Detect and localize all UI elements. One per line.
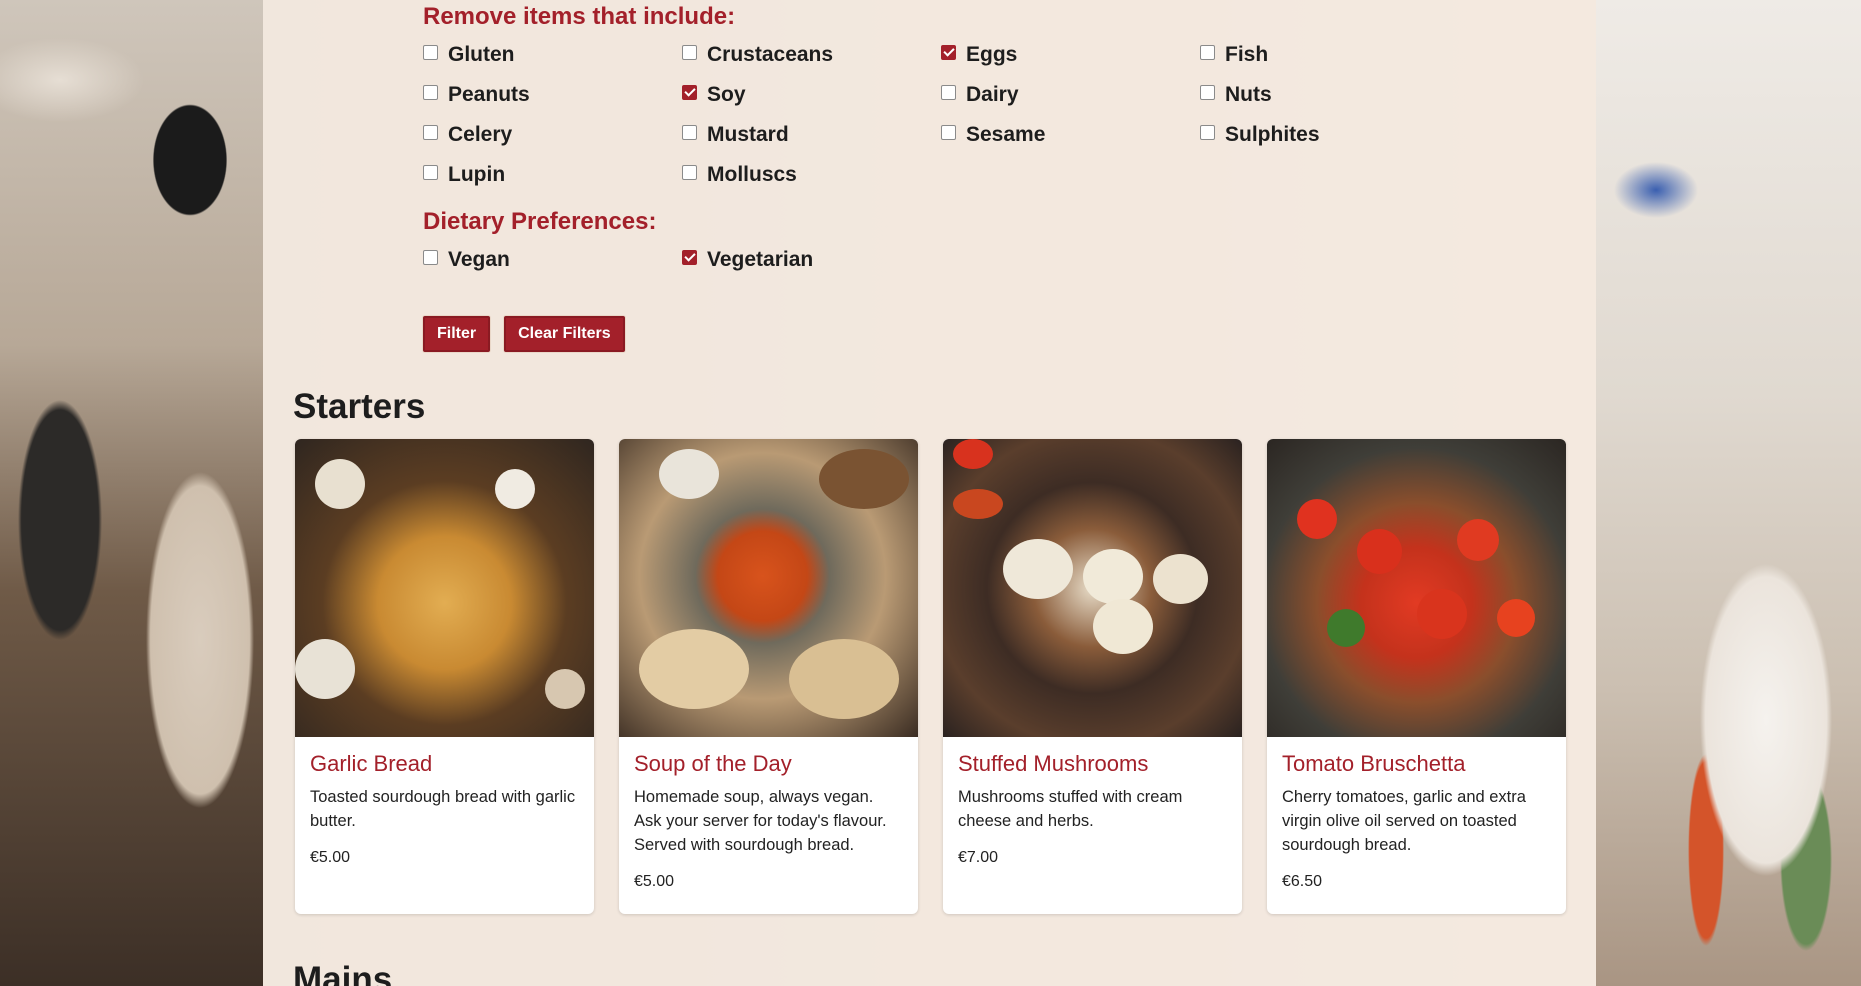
allergen-crustaceans[interactable]: Crustaceans xyxy=(682,35,941,75)
card-description: Toasted sourdough bread with garlic butt… xyxy=(310,788,576,830)
card-price: €5.00 xyxy=(310,849,351,866)
card-title: Soup of the Day xyxy=(634,751,792,776)
allergen-lupin[interactable]: Lupin xyxy=(423,155,682,195)
allergen-sulphites[interactable]: Sulphites xyxy=(1200,115,1423,155)
soy-checkbox[interactable] xyxy=(682,84,697,100)
section-title-starters: Starters xyxy=(293,387,426,426)
allergen-dairy[interactable]: Dairy xyxy=(941,75,1200,115)
remove-items-heading: Remove items that include: xyxy=(423,3,736,30)
mushrooms-image xyxy=(943,439,1242,737)
peanuts-checkbox[interactable] xyxy=(423,84,438,100)
lupin-checkbox[interactable] xyxy=(423,164,438,180)
vegetarian-checkbox[interactable] xyxy=(682,249,697,265)
card-price: €6.50 xyxy=(1282,873,1323,890)
allergen-grid: Gluten Crustaceans Eggs Fish Peanuts Soy… xyxy=(423,35,1423,195)
filter-form: Remove items that include: Gluten Crusta… xyxy=(423,0,1423,352)
background-photo-left xyxy=(0,0,263,986)
mustard-checkbox[interactable] xyxy=(682,124,697,140)
menu-card-stuffed-mushrooms[interactable]: Stuffed Mushrooms Mushrooms stuffed with… xyxy=(943,439,1242,914)
dairy-checkbox[interactable] xyxy=(941,84,956,100)
fish-checkbox[interactable] xyxy=(1200,44,1215,60)
card-title: Garlic Bread xyxy=(310,751,433,776)
dietary-heading: Dietary Preferences: xyxy=(423,208,657,235)
filter-button[interactable]: Filter xyxy=(423,316,491,352)
nuts-checkbox[interactable] xyxy=(1200,84,1215,100)
card-description: Mushrooms stuffed with cream cheese and … xyxy=(958,788,1183,830)
card-description: Cherry tomatoes, garlic and extra virgin… xyxy=(1282,788,1526,854)
allergen-eggs[interactable]: Eggs xyxy=(941,35,1200,75)
card-title: Tomato Bruschetta xyxy=(1282,751,1466,776)
garlic-bread-image xyxy=(295,439,594,737)
card-description: Homemade soup, always vegan. Ask your se… xyxy=(634,788,887,854)
gluten-checkbox[interactable] xyxy=(423,44,438,60)
menu-card-tomato-bruschetta[interactable]: Tomato Bruschetta Cherry tomatoes, garli… xyxy=(1267,439,1566,914)
card-price: €5.00 xyxy=(634,873,675,890)
dietary-vegetarian[interactable]: Vegetarian xyxy=(682,240,941,280)
allergen-peanuts[interactable]: Peanuts xyxy=(423,75,682,115)
card-title: Stuffed Mushrooms xyxy=(958,751,1149,776)
sesame-checkbox[interactable] xyxy=(941,124,956,140)
allergen-fish[interactable]: Fish xyxy=(1200,35,1423,75)
vegan-checkbox[interactable] xyxy=(423,249,438,265)
card-price: €7.00 xyxy=(958,849,999,866)
background-photo-right xyxy=(1596,0,1861,986)
molluscs-checkbox[interactable] xyxy=(682,164,697,180)
crustaceans-checkbox[interactable] xyxy=(682,44,697,60)
soup-image xyxy=(619,439,918,737)
allergen-celery[interactable]: Celery xyxy=(423,115,682,155)
allergen-sesame[interactable]: Sesame xyxy=(941,115,1200,155)
allergen-gluten[interactable]: Gluten xyxy=(423,35,682,75)
filter-actions: Filter Clear Filters xyxy=(423,316,1423,352)
allergen-mustard[interactable]: Mustard xyxy=(682,115,941,155)
allergen-soy[interactable]: Soy xyxy=(682,75,941,115)
clear-filters-button[interactable]: Clear Filters xyxy=(504,316,625,352)
eggs-checkbox[interactable] xyxy=(941,44,956,60)
dietary-vegan[interactable]: Vegan xyxy=(423,240,682,280)
celery-checkbox[interactable] xyxy=(423,124,438,140)
allergen-molluscs[interactable]: Molluscs xyxy=(682,155,941,195)
menu-card-garlic-bread[interactable]: Garlic Bread Toasted sourdough bread wit… xyxy=(295,439,594,914)
sulphites-checkbox[interactable] xyxy=(1200,124,1215,140)
menu-card-soup-of-the-day[interactable]: Soup of the Day Homemade soup, always ve… xyxy=(619,439,918,914)
dietary-grid: Vegan Vegetarian xyxy=(423,240,1423,280)
allergen-nuts[interactable]: Nuts xyxy=(1200,75,1423,115)
section-title-mains: Mains xyxy=(293,960,393,986)
bruschetta-image xyxy=(1267,439,1566,737)
content-panel: Remove items that include: Gluten Crusta… xyxy=(263,0,1596,986)
